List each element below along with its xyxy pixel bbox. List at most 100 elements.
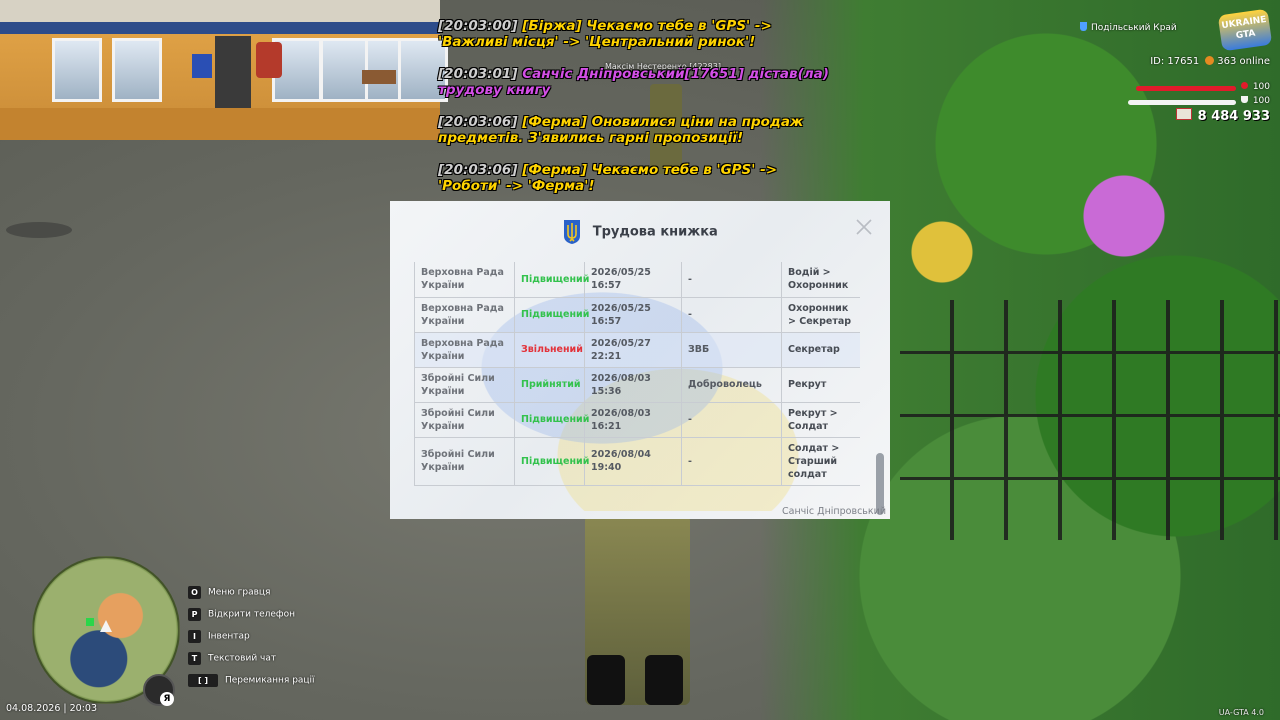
org-cell: Збройні Сили України [414, 402, 515, 438]
org-cell: Збройні Сили України [414, 437, 515, 486]
table-row: Збройні Сили України Підвищений 2026/08/… [414, 402, 860, 438]
status-cell: Підвищений [514, 262, 589, 298]
hint-label: Інвентар [208, 631, 250, 642]
date-cell: 2026/05/25 16:57 [584, 297, 682, 333]
table-row: Верховна Рада України Звільнений 2026/05… [414, 332, 860, 368]
army-emblem-icon [256, 42, 282, 78]
key-badge: T [188, 652, 201, 665]
key-badge: O [188, 586, 201, 599]
table-row: Збройні Сили України Підвищений 2026/08/… [414, 437, 860, 486]
modal-header: Трудова книжка [390, 219, 890, 249]
hint-label: Перемикання рації [225, 675, 315, 686]
modal-title: Трудова книжка [592, 224, 718, 240]
armor-bar [1128, 100, 1236, 105]
chat-timestamp: [20:03:06] [438, 162, 518, 178]
hud-status: Подільський Край UKRAINE GTA ID: 17651 36… [1080, 8, 1273, 132]
status-cell: Звільнений [514, 332, 585, 368]
key-badge: P [188, 608, 201, 621]
chat-timestamp: [20:03:01] [438, 66, 518, 82]
hint-open-phone: P Відкрити телефон [188, 608, 315, 630]
date-cell: 2026/05/27 22:21 [584, 332, 682, 368]
shield-icon [1080, 22, 1087, 31]
position-cell: Рекрут > Солдат [781, 402, 860, 438]
chat-timestamp: [20:03:06] [438, 114, 518, 130]
manhole [6, 222, 72, 238]
position-cell: Водій > Охоронник [781, 262, 860, 298]
table-row: Збройні Сили України Прийнятий 2026/08/0… [414, 367, 860, 403]
region-label: Подільський Край [1080, 22, 1177, 33]
building-plaque [192, 54, 212, 78]
position-cell: Рекрут [781, 367, 860, 403]
key-badge: [ ] [188, 674, 218, 687]
key-hints: O Меню гравця P Відкрити телефон I Інвентар… [188, 586, 315, 696]
hint-inventory: I Інвентар [188, 630, 315, 652]
chat-timestamp: [20:03:00] [438, 18, 518, 34]
status-cell: Прийнятий [514, 367, 585, 403]
status-cell: Підвищений [514, 437, 589, 486]
status-cell: Підвищений [514, 297, 589, 333]
org-cell: Верховна Рада України [414, 262, 515, 298]
health-bar [1136, 86, 1236, 91]
building-door [215, 36, 251, 108]
hint-label: Текстовий чат [208, 653, 277, 664]
region-name: Подільський Край [1091, 23, 1177, 33]
game-version: UA-GTA 4.0 [1218, 708, 1264, 717]
close-icon[interactable] [854, 217, 874, 237]
workbook-modal: Трудова книжка Верховна Рада України Під… [390, 201, 890, 519]
trident-icon [564, 220, 581, 244]
player-info: ID: 17651 363 online [1150, 56, 1270, 67]
money-display: 8 484 933 [1175, 108, 1270, 124]
hint-radio-switch: [ ] Перемикання рації [188, 674, 315, 696]
chat-message: [20:03:06] [Ферма] Оновилися ціни на про… [438, 114, 838, 146]
waypoint-icon [86, 618, 94, 626]
chat-message: [20:03:01] Санчіс Дніпровський[17651] ді… [438, 66, 838, 98]
status-cell: Підвищений [514, 402, 589, 438]
armor-number: 100 [1252, 96, 1270, 106]
position-cell: Солдат > Старший солдат [781, 437, 860, 486]
date-cell: 2026/08/03 15:36 [584, 367, 682, 403]
position-cell: Секретар [781, 332, 860, 368]
chat-log: [20:03:00] [Біржа] Чекаємо тебе в 'GPS' … [438, 18, 838, 210]
online-count: 363 online [1217, 56, 1270, 67]
date-cell: 2026/05/25 16:57 [584, 262, 682, 298]
workbook-owner: Санчіс Дніпровський [782, 506, 886, 517]
reason-cell: ЗВБ [681, 332, 782, 368]
player-character [585, 515, 690, 705]
hint-label: Меню гравця [208, 587, 271, 598]
iron-fence [900, 300, 1280, 540]
compass-letter: Я [160, 692, 174, 706]
table-row: Верховна Рада України Підвищений 2026/05… [414, 262, 860, 298]
heart-icon [1240, 82, 1248, 89]
health-number: 100 [1252, 82, 1270, 92]
armor-icon [1240, 96, 1248, 103]
org-cell: Збройні Сили України [414, 367, 515, 403]
date-cell: 2026/08/03 16:21 [584, 402, 682, 438]
health-value: 100 [1240, 82, 1270, 92]
hint-player-menu: O Меню гравця [188, 586, 315, 608]
money-amount: 8 484 933 [1197, 109, 1270, 124]
reason-cell: - [681, 402, 782, 438]
position-cell: Охоронник > Секретар [781, 297, 860, 333]
org-cell: Верховна Рада України [414, 297, 515, 333]
date-cell: 2026/08/04 19:40 [584, 437, 682, 486]
org-cell: Верховна Рада України [414, 332, 515, 368]
hint-label: Відкрити телефон [208, 609, 296, 620]
server-logo: UKRAINE GTA [1217, 8, 1273, 52]
chat-message: [20:03:06] [Ферма] Чекаємо тебе в 'GPS' … [438, 162, 838, 194]
chat-message: [20:03:00] [Біржа] Чекаємо тебе в 'GPS' … [438, 18, 838, 50]
reason-cell: - [681, 297, 782, 333]
armor-value: 100 [1240, 96, 1270, 106]
reason-cell: - [681, 262, 782, 298]
reason-cell: Доброволець [681, 367, 782, 403]
table-row: Верховна Рада України Підвищений 2026/05… [414, 297, 860, 333]
bench [362, 70, 396, 84]
key-badge: I [188, 630, 201, 643]
cash-icon [1175, 108, 1192, 120]
hint-text-chat: T Текстовий чат [188, 652, 315, 674]
player-id: ID: 17651 [1150, 56, 1200, 67]
reason-cell: - [681, 437, 782, 486]
player-arrow-icon [100, 620, 112, 632]
workbook-table[interactable]: Верховна Рада України Підвищений 2026/05… [414, 259, 860, 519]
date-time: 04.08.2026 | 20:03 [6, 703, 98, 714]
coin-icon [1205, 56, 1215, 65]
